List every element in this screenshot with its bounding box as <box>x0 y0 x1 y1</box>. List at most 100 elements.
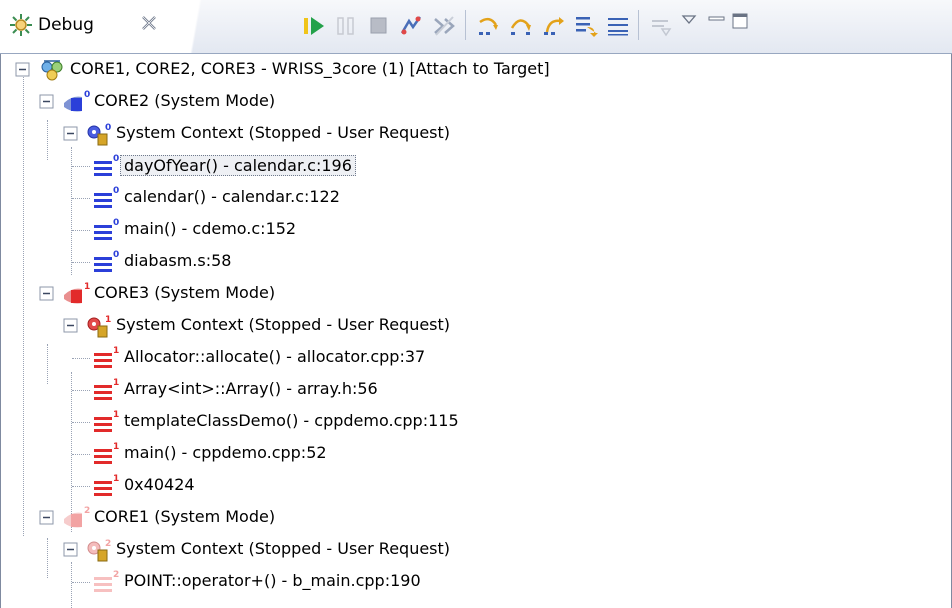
tree-row-core2-context[interactable]: 0 System Context (Stopped - User Request… <box>0 118 952 150</box>
root-label: CORE1, CORE2, CORE3 - WRISS_3core (1) [A… <box>70 59 550 78</box>
tree-guide-line <box>72 166 90 167</box>
stack-frame[interactable]: 1 main() - cppdemo.cpp:52 <box>0 438 952 470</box>
stack-frame[interactable]: 0 diabasm.s:58 <box>0 246 952 278</box>
tree-row-core1-context[interactable]: 2 System Context (Stopped - User Request… <box>0 534 952 566</box>
svg-text:2: 2 <box>113 570 119 580</box>
tree-row-core2[interactable]: 0 CORE2 (System Mode) <box>0 86 952 118</box>
triangle-down-icon[interactable] <box>680 11 698 29</box>
step-filters-icon[interactable] <box>648 13 674 39</box>
stack-frame-label: main() - cppdemo.cpp:52 <box>124 443 327 462</box>
tree-guide-line <box>72 358 90 359</box>
stack-frame-icon: 0 <box>94 186 119 208</box>
debug-bug-icon <box>10 14 32 36</box>
core3-label: CORE3 (System Mode) <box>94 283 276 302</box>
svg-text:2: 2 <box>105 539 111 549</box>
context-gear-icon: 0 <box>87 123 111 146</box>
maximize-icon[interactable] <box>730 11 750 31</box>
svg-text:1: 1 <box>113 346 119 356</box>
collapse-icon[interactable] <box>14 61 32 79</box>
tree-row-root[interactable]: CORE1, CORE2, CORE3 - WRISS_3core (1) [A… <box>0 54 952 86</box>
step-return-icon[interactable] <box>541 13 567 39</box>
stack-frame-icon: 0 <box>94 154 119 176</box>
collapse-icon[interactable] <box>62 541 80 559</box>
close-icon[interactable] <box>138 12 160 34</box>
svg-text:1: 1 <box>113 474 119 484</box>
context-gear-icon: 2 <box>87 539 111 562</box>
tree-guide-line <box>72 422 90 423</box>
tree-guide-line <box>72 582 90 583</box>
svg-text:1: 1 <box>113 378 119 388</box>
tree-row-core3-context[interactable]: 1 System Context (Stopped - User Request… <box>0 310 952 342</box>
collapse-icon[interactable] <box>38 285 56 303</box>
stack-frame-label: POINT::operator+() - b_main.cpp:190 <box>124 571 421 590</box>
stack-frame-label: Allocator::allocate() - allocator.cpp:37 <box>124 347 426 366</box>
debug-tab[interactable]: Debug <box>0 0 220 53</box>
collapse-icon[interactable] <box>62 125 80 143</box>
svg-text:0: 0 <box>113 154 119 164</box>
svg-text:0: 0 <box>113 250 119 260</box>
tree-guide-line <box>72 486 90 487</box>
core3-context-label: System Context (Stopped - User Request) <box>116 315 451 334</box>
collapse-icon[interactable] <box>38 509 56 527</box>
stack-frame-icon: 1 <box>94 474 119 496</box>
stack-frame-icon: 1 <box>94 346 119 368</box>
view-tab-bar: Debug <box>0 0 952 54</box>
instruction-step-icon[interactable] <box>605 13 631 39</box>
drop-to-frame-icon[interactable] <box>573 13 599 39</box>
tree-guide-line <box>72 262 90 263</box>
svg-text:1: 1 <box>113 410 119 420</box>
stack-frame[interactable]: 0 main() - cdemo.c:152 <box>0 214 952 246</box>
tree-guide-line <box>72 390 90 391</box>
collapse-icon[interactable] <box>38 93 56 111</box>
context-gear-icon: 1 <box>87 315 111 338</box>
core1-label: CORE1 (System Mode) <box>94 507 276 526</box>
svg-text:0: 0 <box>113 218 119 228</box>
svg-text:1: 1 <box>105 315 111 325</box>
step-into-icon[interactable] <box>476 13 502 39</box>
tree-row-core1[interactable]: 2 CORE1 (System Mode) <box>0 502 952 534</box>
svg-text:1: 1 <box>84 282 90 292</box>
stack-frame-label: Array<int>::Array() - array.h:56 <box>124 379 378 398</box>
stack-frame[interactable]: 2 POINT::operator+() - b_main.cpp:190 <box>0 566 952 598</box>
disconnect-icon[interactable] <box>431 13 457 39</box>
tree-guide-line <box>72 230 90 231</box>
debug-view: Debug CORE1, CORE2, CORE3 - WRISS_3core … <box>0 0 952 608</box>
stack-frame-icon: 1 <box>94 410 119 432</box>
stack-frame[interactable]: 1 Allocator::allocate() - allocator.cpp:… <box>0 342 952 374</box>
stack-frame[interactable]: 0 calendar() - calendar.c:122 <box>0 182 952 214</box>
stack-frame-label: diabasm.s:58 <box>124 251 232 270</box>
toolbar-separator <box>638 10 639 40</box>
svg-text:0: 0 <box>113 186 119 196</box>
stack-frame-label: main() - cdemo.c:152 <box>124 219 297 238</box>
launch-icon <box>41 60 63 81</box>
tab-title: Debug <box>38 15 94 35</box>
resume-icon[interactable] <box>301 13 327 39</box>
core3-icon: 1 <box>64 282 90 304</box>
stack-frame[interactable]: 1 templateClassDemo() - cppdemo.cpp:115 <box>0 406 952 438</box>
minimize-icon[interactable] <box>706 11 728 29</box>
stack-frame-label: templateClassDemo() - cppdemo.cpp:115 <box>124 411 459 430</box>
svg-text:1: 1 <box>113 442 119 452</box>
terminate-icon[interactable] <box>366 13 392 39</box>
tree-guide-line <box>72 454 90 455</box>
stack-frame-icon: 1 <box>94 378 119 400</box>
tree-row-core3[interactable]: 1 CORE3 (System Mode) <box>0 278 952 310</box>
suspend-icon[interactable] <box>333 13 359 39</box>
core1-context-label: System Context (Stopped - User Request) <box>116 539 451 558</box>
stack-frame-icon: 1 <box>94 442 119 464</box>
stack-frame[interactable]: 1 0x40424 <box>0 470 952 502</box>
svg-text:2: 2 <box>84 506 90 516</box>
debug-tree[interactable]: CORE1, CORE2, CORE3 - WRISS_3core (1) [A… <box>0 54 952 608</box>
collapse-icon[interactable] <box>62 317 80 335</box>
step-over-icon[interactable] <box>508 13 534 39</box>
stack-frame-icon: 0 <box>94 250 119 272</box>
core1-icon: 2 <box>64 506 90 528</box>
connect-icon[interactable] <box>398 13 424 39</box>
svg-text:0: 0 <box>105 123 111 133</box>
stack-frame[interactable]: 0 dayOfYear() - calendar.c:196 <box>0 150 952 182</box>
stack-frame-label: dayOfYear() - calendar.c:196 <box>120 155 356 176</box>
stack-frame-label: calendar() - calendar.c:122 <box>124 187 340 206</box>
svg-text:0: 0 <box>84 90 90 100</box>
stack-frame-icon: 2 <box>94 570 119 592</box>
stack-frame[interactable]: 1 Array<int>::Array() - array.h:56 <box>0 374 952 406</box>
